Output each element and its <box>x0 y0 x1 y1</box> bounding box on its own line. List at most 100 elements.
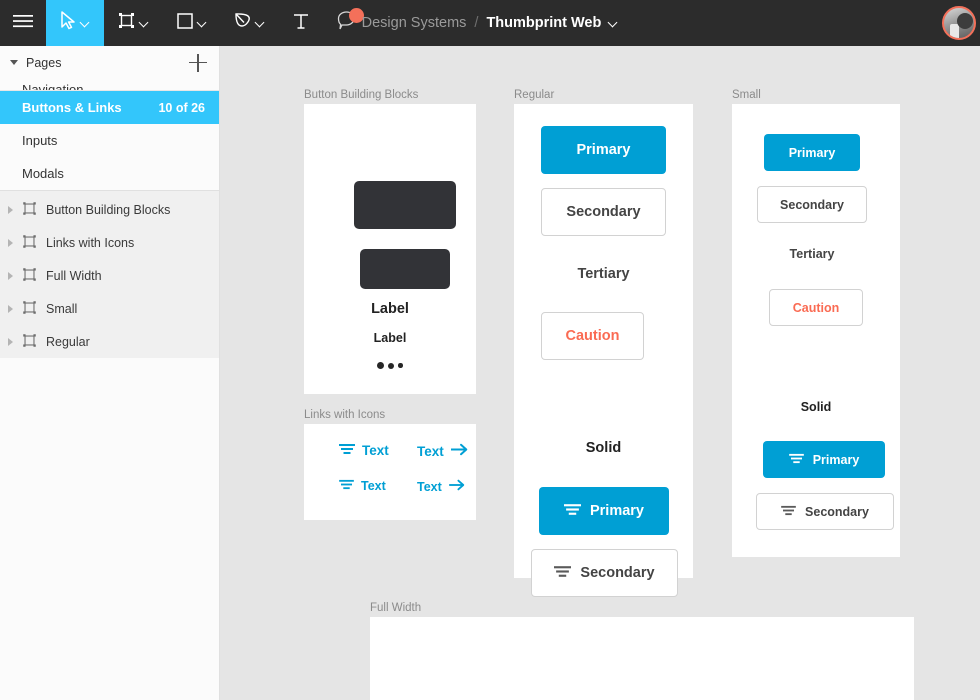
link-text-arrow-2[interactable]: Text <box>417 479 465 494</box>
regular-icon-primary-button[interactable]: Primary <box>539 487 669 535</box>
hamburger-menu-icon <box>13 14 33 33</box>
button-label: Tertiary <box>790 247 835 261</box>
user-avatar[interactable] <box>942 6 976 40</box>
small-solid-heading[interactable]: Solid <box>732 400 900 414</box>
button-label: Secondary <box>805 505 869 519</box>
arrow-right-icon <box>451 443 468 459</box>
frame-small[interactable]: Primary Secondary Tertiary Caution Solid <box>732 104 900 557</box>
chevron-right-icon[interactable] <box>8 338 13 346</box>
loader-dots[interactable] <box>304 362 476 369</box>
move-tool-chevron-icon[interactable] <box>81 19 90 28</box>
frame-button-building-blocks[interactable]: Label Label <box>304 104 476 394</box>
page-item-navigation[interactable]: Navigation <box>0 79 219 91</box>
frame-regular[interactable]: Primary Secondary Tertiary Caution Solid <box>514 104 693 578</box>
frame-icon <box>21 266 38 286</box>
triangle-down-icon[interactable] <box>10 60 18 65</box>
sort-lines-icon <box>339 443 355 458</box>
frame-full-width[interactable]: Primary <box>370 617 914 700</box>
page-item-modals[interactable]: Modals <box>0 157 219 190</box>
breadcrumb-file[interactable]: Thumbprint Web <box>486 15 601 31</box>
layer-item-regular[interactable]: Regular <box>0 325 219 358</box>
layer-label: Full Width <box>46 269 102 283</box>
page-item-inputs[interactable]: Inputs <box>0 124 219 157</box>
page-label: Buttons & Links <box>22 100 158 115</box>
button-block-small[interactable] <box>360 249 450 289</box>
sort-lines-icon <box>564 503 581 520</box>
shape-tool-chevron-icon[interactable] <box>198 19 207 28</box>
page-label: Navigation <box>22 82 205 91</box>
pages-title: Pages <box>26 56 181 70</box>
button-label: Primary <box>590 503 644 519</box>
sort-lines-icon <box>339 479 354 493</box>
arrow-right-icon <box>449 479 465 494</box>
figma-window: Design Systems / Thumbprint Web Pages Na… <box>0 0 980 700</box>
frame-label-small[interactable]: Small <box>732 89 761 101</box>
regular-solid-heading[interactable]: Solid <box>541 440 666 456</box>
link-label: Text <box>417 444 444 459</box>
main-menu-button[interactable] <box>0 0 46 46</box>
regular-icon-secondary-button[interactable]: Secondary <box>531 549 678 597</box>
button-block-large[interactable] <box>354 181 456 229</box>
layer-label: Small <box>46 302 77 316</box>
small-caution-button[interactable]: Caution <box>769 289 863 326</box>
chevron-right-icon[interactable] <box>8 206 13 214</box>
link-label: Text <box>417 480 442 494</box>
button-label: Secondary <box>566 204 640 220</box>
label-text-small[interactable]: Label <box>304 331 476 345</box>
breadcrumb-chevron-down-icon[interactable] <box>609 19 618 28</box>
button-label: Primary <box>813 453 860 467</box>
breadcrumb-separator: / <box>474 15 478 31</box>
pen-tool-chevron-icon[interactable] <box>256 19 265 28</box>
small-icon-secondary-button[interactable]: Secondary <box>756 493 894 530</box>
pages-header: Pages <box>0 46 219 79</box>
layer-item-small[interactable]: Small <box>0 292 219 325</box>
chevron-right-icon[interactable] <box>8 239 13 247</box>
link-icon-text-1[interactable]: Text <box>339 443 389 458</box>
link-icon-text-2[interactable]: Text <box>339 479 386 493</box>
sort-lines-icon <box>789 453 804 467</box>
small-primary-button[interactable]: Primary <box>764 134 860 171</box>
layer-item-links-with-icons[interactable]: Links with Icons <box>0 226 219 259</box>
dot-icon <box>398 363 403 368</box>
small-tertiary-button[interactable]: Tertiary <box>757 238 867 270</box>
frame-icon <box>21 332 38 352</box>
frame-label-links-with-icons[interactable]: Links with Icons <box>304 409 385 421</box>
regular-caution-button[interactable]: Caution <box>541 312 644 360</box>
page-label: Modals <box>22 166 205 181</box>
design-canvas[interactable]: Button Building Blocks Label Label Links… <box>220 46 980 700</box>
frame-label-regular[interactable]: Regular <box>514 89 554 101</box>
frame-tool-button[interactable] <box>104 0 162 46</box>
sort-lines-icon <box>554 565 571 582</box>
breadcrumb-project[interactable]: Design Systems <box>362 15 467 31</box>
page-item-buttons-links[interactable]: Buttons & Links 10 of 26 <box>0 91 219 124</box>
frame-links-with-icons[interactable]: Text Text <box>304 424 476 520</box>
small-secondary-button[interactable]: Secondary <box>757 186 867 223</box>
button-label: Secondary <box>580 565 654 581</box>
chevron-right-icon[interactable] <box>8 272 13 280</box>
frame-label-full-width[interactable]: Full Width <box>370 602 421 614</box>
button-label: Tertiary <box>577 266 629 282</box>
button-label: Primary <box>576 142 630 158</box>
pen-tool-button[interactable] <box>220 0 278 46</box>
plus-icon[interactable] <box>189 54 207 72</box>
link-label: Text <box>361 479 386 493</box>
text-tool-button[interactable] <box>278 0 324 46</box>
move-tool-button[interactable] <box>46 0 104 46</box>
frame-label-button-building-blocks[interactable]: Button Building Blocks <box>304 89 418 101</box>
button-label: Secondary <box>780 198 844 212</box>
label-text-large[interactable]: Label <box>304 301 476 317</box>
layer-item-full-width[interactable]: Full Width <box>0 259 219 292</box>
layer-label: Button Building Blocks <box>46 203 170 217</box>
layers-list: Button Building Blocks Links with Icons <box>0 191 219 358</box>
chevron-right-icon[interactable] <box>8 305 13 313</box>
regular-secondary-button[interactable]: Secondary <box>541 188 666 236</box>
frame-tool-chevron-icon[interactable] <box>140 19 149 28</box>
layer-item-button-building-blocks[interactable]: Button Building Blocks <box>0 193 219 226</box>
small-icon-primary-button[interactable]: Primary <box>763 441 885 478</box>
regular-primary-button[interactable]: Primary <box>541 126 666 174</box>
shape-tool-button[interactable] <box>162 0 220 46</box>
pen-nib-icon <box>233 11 252 35</box>
page-label: Inputs <box>22 133 205 148</box>
regular-tertiary-button[interactable]: Tertiary <box>541 250 666 298</box>
link-text-arrow-1[interactable]: Text <box>417 443 468 459</box>
